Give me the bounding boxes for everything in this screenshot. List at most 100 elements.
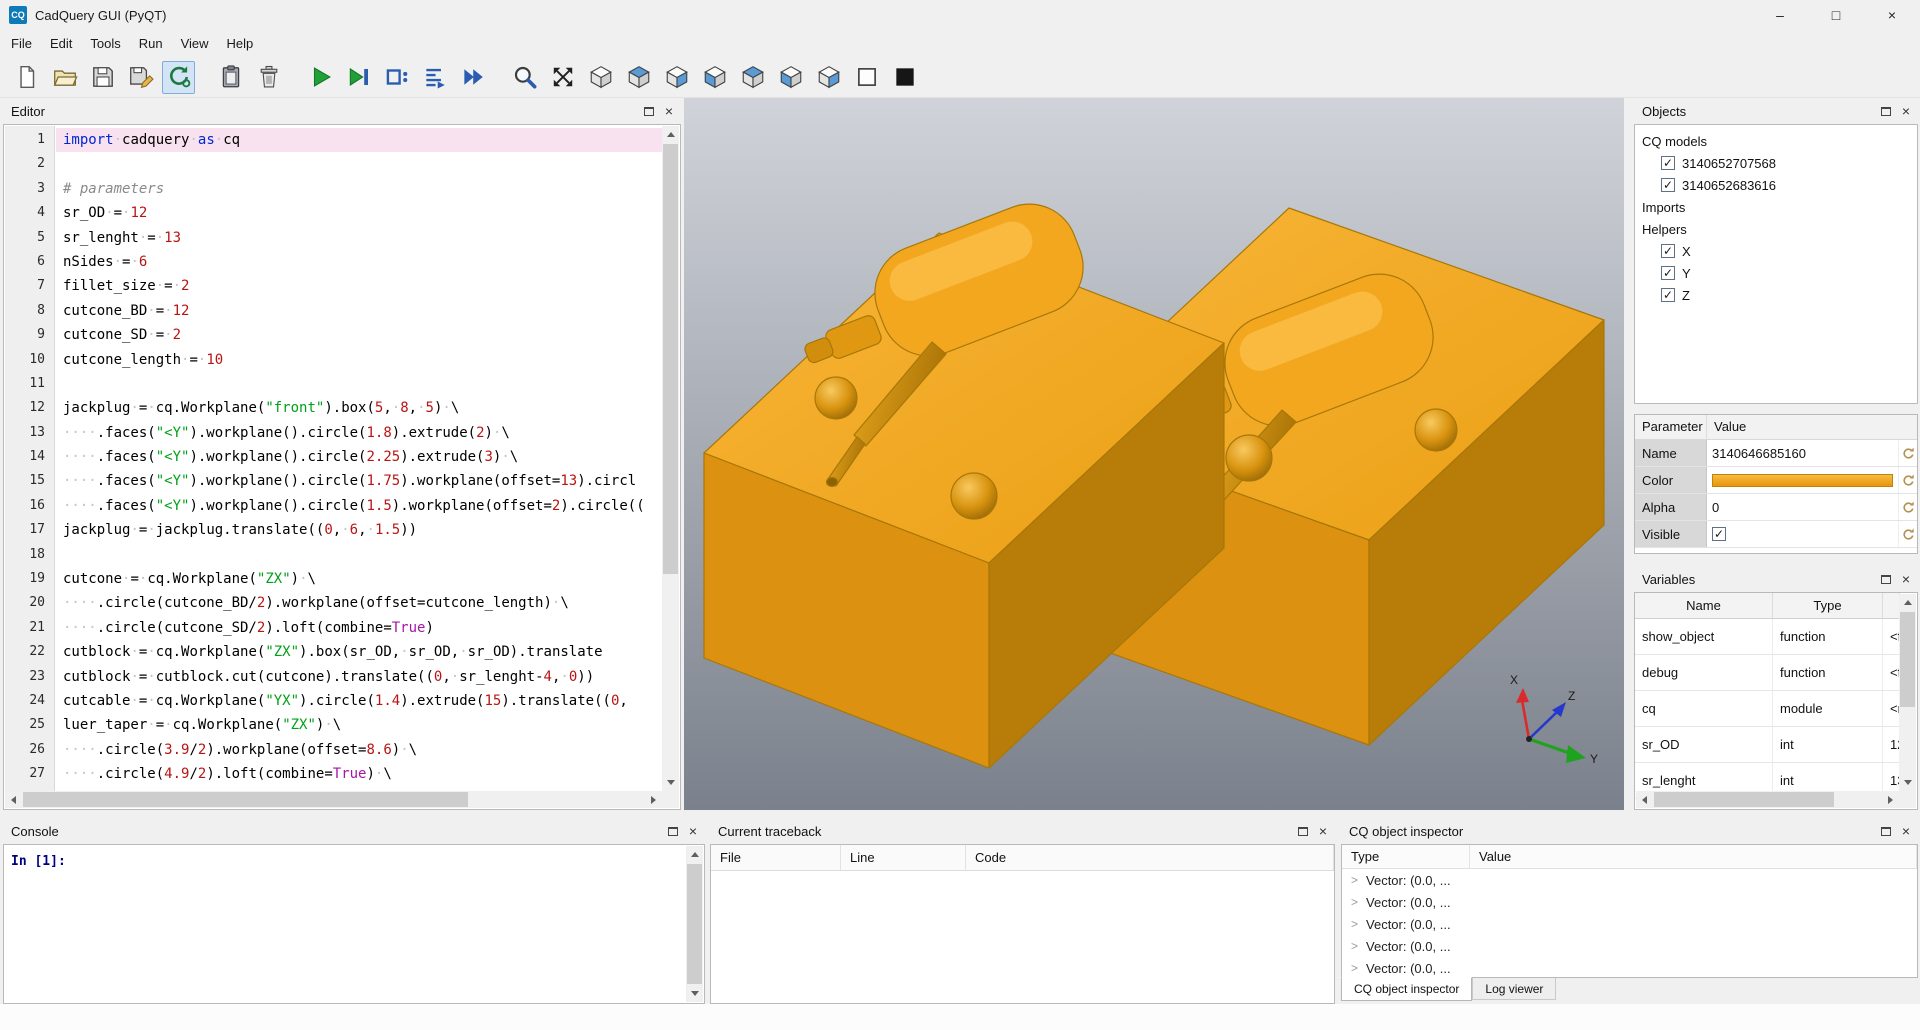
scrollbar-thumb[interactable] (1654, 792, 1834, 807)
left-view-button[interactable] (774, 61, 807, 94)
front-view-button[interactable] (698, 61, 731, 94)
float-panel-icon[interactable] (644, 107, 654, 116)
code-line[interactable]: import·cadquery·as·cq (56, 128, 662, 152)
chevron-right-icon[interactable]: > (1351, 873, 1358, 887)
menu-run[interactable]: Run (130, 32, 172, 55)
editor-vertical-scrollbar[interactable] (662, 126, 679, 791)
tree-item[interactable]: ✓Z (1637, 284, 1915, 306)
code-line[interactable]: ····.faces("<Y").workplane().circle(1.8)… (63, 421, 662, 445)
close-panel-icon[interactable]: × (1902, 572, 1910, 586)
scrollbar-thumb[interactable] (663, 144, 678, 574)
tree-group[interactable]: Helpers (1637, 218, 1915, 240)
inspector-row[interactable]: >Vector: (0.0, ... (1342, 935, 1917, 957)
scroll-left-button[interactable] (1636, 791, 1653, 808)
traceback-header-cell[interactable]: Line (841, 845, 966, 870)
variable-row[interactable]: debugfunction<f (1635, 655, 1900, 691)
close-panel-icon[interactable]: × (665, 104, 673, 118)
code-line[interactable]: luer_taper·=·cq.Workplane("ZX")·\ (63, 713, 662, 737)
traceback-header-cell[interactable]: Code (966, 845, 1334, 870)
fit-all-button[interactable] (546, 61, 579, 94)
reset-property-button[interactable] (1898, 467, 1917, 493)
right-view-button[interactable] (812, 61, 845, 94)
property-value[interactable]: ✓ (1707, 521, 1898, 547)
chevron-right-icon[interactable]: > (1351, 895, 1358, 909)
code-line[interactable] (63, 152, 662, 176)
autoreload-toggle[interactable] (162, 61, 195, 94)
tree-item[interactable]: ✓3140652707568 (1637, 152, 1915, 174)
delete-button[interactable] (252, 61, 285, 94)
code-line[interactable]: fillet_size·=·2 (63, 274, 662, 298)
code-line[interactable]: cutcone·=·cq.Workplane("ZX")·\ (63, 567, 662, 591)
checkbox[interactable]: ✓ (1661, 288, 1675, 302)
inspector-row[interactable]: >Vector: (0.0, ... (1342, 913, 1917, 935)
reset-property-button[interactable] (1898, 521, 1917, 547)
iso-view-button[interactable] (584, 61, 617, 94)
console-body[interactable]: In [1]: (3, 844, 705, 1004)
inspector-row[interactable]: >Vector: (0.0, ... (1342, 891, 1917, 913)
chevron-right-icon[interactable]: > (1351, 917, 1358, 931)
step-into-button[interactable] (418, 61, 451, 94)
code-line[interactable]: ····.circle(cutcone_SD/2).loft(combine=T… (63, 616, 662, 640)
scroll-down-button[interactable] (686, 985, 703, 1002)
vars-header-cell[interactable]: Name (1635, 593, 1773, 618)
new-file-button[interactable] (10, 61, 43, 94)
scrollbar-thumb[interactable] (23, 792, 468, 807)
code-line[interactable]: cutcable·=·cq.Workplane("YX").circle(1.4… (63, 689, 662, 713)
code-line[interactable]: ····.faces("<Y").workplane().circle(1.75… (63, 469, 662, 493)
menu-edit[interactable]: Edit (41, 32, 81, 55)
variables-horizontal-scrollbar[interactable] (1636, 791, 1899, 808)
color-swatch[interactable] (1712, 474, 1893, 487)
paste-button[interactable] (214, 61, 247, 94)
vars-header-cell[interactable]: Type (1773, 593, 1883, 618)
scroll-up-button[interactable] (686, 846, 703, 863)
wireframe-button[interactable] (850, 61, 883, 94)
render-button[interactable] (304, 61, 337, 94)
tab-cq-object-inspector[interactable]: CQ object inspector (1341, 977, 1472, 1001)
inspector-row[interactable]: >Vector: (0.0, ... (1342, 957, 1917, 978)
variables-vertical-scrollbar[interactable] (1899, 594, 1916, 791)
code-line[interactable]: cutblock·=·cq.Workplane("ZX").box(sr_OD,… (63, 640, 662, 664)
code-line[interactable]: nSides·=·6 (63, 250, 662, 274)
viewport-3d[interactable]: X Z Y (684, 98, 1624, 810)
scroll-down-button[interactable] (1899, 774, 1916, 791)
vars-header-cell[interactable] (1883, 593, 1900, 618)
editor-code[interactable]: import·cadquery·as·cq # parameterssr_OD·=… (56, 126, 662, 791)
tab-log-viewer[interactable]: Log viewer (1472, 978, 1556, 1000)
variable-row[interactable]: show_objectfunction<f (1635, 619, 1900, 655)
code-line[interactable]: ····.faces("<Y").workplane().circle(2.25… (63, 445, 662, 469)
scroll-up-button[interactable] (662, 126, 679, 143)
open-button[interactable] (48, 61, 81, 94)
checkbox[interactable]: ✓ (1661, 244, 1675, 258)
tree-group[interactable]: Imports (1637, 196, 1915, 218)
zoom-fit-button[interactable] (508, 61, 541, 94)
reset-property-button[interactable] (1898, 440, 1917, 466)
checkbox[interactable]: ✓ (1661, 266, 1675, 280)
scroll-right-button[interactable] (1882, 791, 1899, 808)
code-line[interactable]: sr_lenght·=·13 (63, 226, 662, 250)
code-line[interactable]: jackplug·=·cq.Workplane("front").box(5,·… (63, 396, 662, 420)
editor-horizontal-scrollbar[interactable] (5, 791, 662, 808)
bottom-view-button[interactable] (660, 61, 693, 94)
shaded-button[interactable] (888, 61, 921, 94)
close-panel-icon[interactable]: × (1902, 104, 1910, 118)
menu-help[interactable]: Help (218, 32, 263, 55)
traceback-header-cell[interactable]: File (711, 845, 841, 870)
close-panel-icon[interactable]: × (1319, 824, 1327, 838)
checkbox[interactable]: ✓ (1661, 178, 1675, 192)
tree-item[interactable]: ✓X (1637, 240, 1915, 262)
property-value[interactable]: 3140646685160 (1707, 440, 1898, 466)
code-line[interactable]: # parameters (63, 177, 662, 201)
scroll-right-button[interactable] (645, 791, 662, 808)
inspector-table[interactable]: TypeValue >Vector: (0.0, ...>Vector: (0.… (1341, 844, 1918, 978)
tree-group[interactable]: CQ models (1637, 130, 1915, 152)
code-line[interactable]: sr_OD·=·12 (63, 201, 662, 225)
scrollbar-thumb[interactable] (687, 864, 702, 984)
scroll-left-button[interactable] (5, 791, 22, 808)
traceback-table[interactable]: FileLineCode (710, 844, 1335, 1004)
tree-item[interactable]: ✓3140652683616 (1637, 174, 1915, 196)
top-view-button[interactable] (622, 61, 655, 94)
code-line[interactable]: jackplug·=·jackplug.translate((0,·6,·1.5… (63, 518, 662, 542)
float-panel-icon[interactable] (1298, 827, 1308, 836)
visible-checkbox[interactable]: ✓ (1712, 527, 1726, 541)
property-value[interactable] (1707, 467, 1898, 493)
